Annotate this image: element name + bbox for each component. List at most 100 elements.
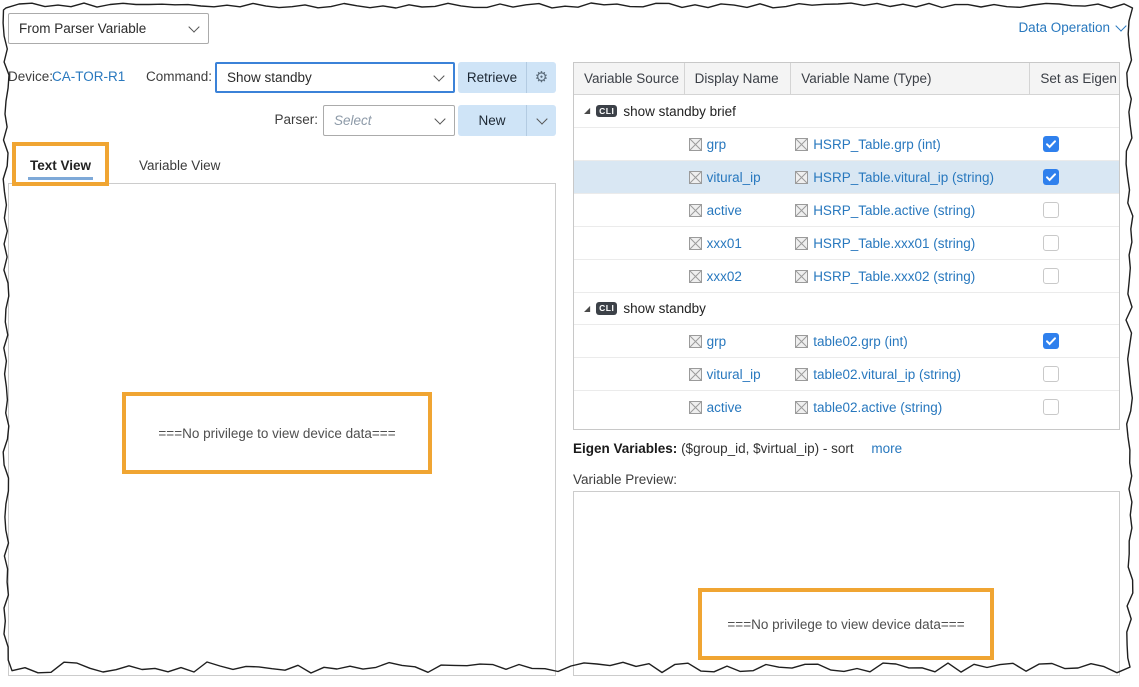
cli-badge: CLI	[596, 302, 618, 315]
variable-row[interactable]: active table02.active (string)	[574, 390, 1119, 423]
device-label: Device:	[8, 69, 54, 84]
variable-box-icon	[795, 137, 809, 151]
chevron-down-icon	[433, 69, 445, 82]
variable-box-icon	[688, 269, 702, 283]
display-name-link[interactable]: active	[707, 400, 742, 415]
variable-box-icon	[688, 367, 702, 381]
chevron-down-icon	[188, 20, 200, 33]
retrieve-settings-button[interactable]: ⚙	[526, 62, 556, 93]
variable-box-icon	[688, 236, 702, 250]
tab-variable-view[interactable]: Variable View	[137, 150, 222, 183]
variable-box-icon	[688, 400, 702, 414]
column-header: Set as Eigen	[1029, 63, 1119, 94]
source-type-select[interactable]: From Parser Variable	[8, 13, 209, 44]
display-name-link[interactable]: active	[707, 203, 742, 218]
eigen-checkbox[interactable]	[1043, 136, 1060, 152]
parser-placeholder: Select	[334, 113, 372, 128]
expanded-caret-icon: ◢	[584, 303, 591, 313]
variable-box-icon	[688, 170, 702, 184]
variable-name-link[interactable]: HSRP_Table.xxx02 (string)	[813, 269, 975, 284]
column-header: Variable Name (Type)	[790, 63, 1029, 94]
display-name-link[interactable]: grp	[707, 137, 727, 152]
chevron-down-icon	[1115, 19, 1127, 32]
variable-name-link[interactable]: HSRP_Table.vitural_ip (string)	[813, 170, 994, 185]
eigen-variables-line: Eigen Variables: ($group_id, $virtual_ip…	[573, 441, 1120, 456]
more-link[interactable]: more	[871, 441, 902, 456]
gear-icon: ⚙	[534, 69, 549, 86]
table-body: ◢ CLI show standby brief grp HSRP_Table.grp …	[574, 95, 1119, 423]
new-button[interactable]: New	[458, 105, 526, 136]
parser-select[interactable]: Select	[323, 105, 455, 136]
annotation-highlight-box: ===No privilege to view device data===	[698, 588, 994, 660]
variable-row[interactable]: grp HSRP_Table.grp (int)	[574, 127, 1119, 160]
new-dropdown-button[interactable]	[526, 105, 556, 136]
display-name-link[interactable]: xxx02	[707, 269, 742, 284]
variable-box-icon	[688, 203, 702, 217]
eigen-variables-label: Eigen Variables:	[573, 441, 678, 456]
display-name-link[interactable]: xxx01	[707, 236, 742, 251]
group-row[interactable]: ◢ CLI show standby	[574, 292, 1119, 324]
table-header: Variable Source Display Name Variable Name…	[574, 63, 1119, 95]
variable-box-icon	[688, 137, 702, 151]
group-row[interactable]: ◢ CLI show standby brief	[574, 95, 1119, 127]
variable-name-link[interactable]: HSRP_Table.grp (int)	[813, 137, 941, 152]
eigen-checkbox[interactable]	[1043, 366, 1060, 382]
display-name-link[interactable]: grp	[707, 334, 727, 349]
variable-name-link[interactable]: table02.active (string)	[813, 400, 942, 415]
chevron-down-icon	[434, 112, 446, 125]
eigen-checkbox[interactable]	[1043, 333, 1060, 349]
variable-table: Variable Source Display Name Variable Name…	[573, 62, 1120, 430]
parser-variable-screen: From Parser Variable Data Operation Devi…	[0, 0, 1139, 687]
variable-name-link[interactable]: HSRP_Table.xxx01 (string)	[813, 236, 975, 251]
variable-row[interactable]: active HSRP_Table.active (string)	[574, 193, 1119, 226]
variable-box-icon	[795, 170, 809, 184]
variable-box-icon	[688, 334, 702, 348]
variable-preview-panel: ===No privilege to view device data===	[573, 491, 1120, 676]
command-value: Show standby	[227, 70, 312, 85]
no-privilege-message: ===No privilege to view device data===	[727, 616, 965, 632]
eigen-checkbox[interactable]	[1043, 169, 1060, 185]
eigen-checkbox[interactable]	[1043, 399, 1060, 415]
variable-preview-label: Variable Preview:	[573, 472, 678, 487]
variable-box-icon	[795, 203, 809, 217]
cli-badge: CLI	[596, 104, 618, 118]
eigen-checkbox[interactable]	[1043, 268, 1060, 284]
annotation-highlight-box	[12, 142, 109, 186]
column-header: Variable Source	[584, 71, 680, 86]
command-label: Command:	[146, 69, 213, 84]
variable-row[interactable]: grp table02.grp (int)	[574, 324, 1119, 357]
parser-label: Parser:	[274, 112, 318, 127]
new-split-button: New	[458, 105, 556, 136]
display-name-link[interactable]: vitural_ip	[707, 170, 761, 185]
variable-row[interactable]: vitural_ip table02.vitural_ip (string)	[574, 357, 1119, 390]
group-label: show standby brief	[623, 103, 736, 119]
display-name-link[interactable]: vitural_ip	[707, 367, 761, 382]
variable-name-link[interactable]: table02.vitural_ip (string)	[813, 367, 961, 382]
data-operation-menu[interactable]: Data Operation	[1018, 19, 1127, 35]
column-header: Display Name	[683, 63, 791, 94]
variable-name-link[interactable]: HSRP_Table.active (string)	[813, 203, 975, 218]
variable-row[interactable]: xxx02 HSRP_Table.xxx02 (string)	[574, 259, 1119, 292]
table-footer-strip	[574, 423, 1119, 429]
eigen-checkbox[interactable]	[1043, 202, 1060, 218]
eigen-checkbox[interactable]	[1043, 235, 1060, 251]
retrieve-split-button: Retrieve ⚙	[458, 62, 556, 93]
annotation-highlight-box: ===No privilege to view device data===	[122, 392, 432, 474]
device-name-link[interactable]: CA-TOR-R1	[52, 69, 125, 84]
source-type-value: From Parser Variable	[19, 21, 147, 36]
expanded-caret-icon: ◢	[584, 106, 591, 115]
data-operation-label: Data Operation	[1018, 20, 1110, 35]
retrieve-button[interactable]: Retrieve	[458, 62, 526, 93]
group-label: show standby	[623, 301, 706, 316]
chevron-down-icon	[535, 112, 548, 125]
command-select[interactable]: Show standby	[215, 62, 455, 93]
variable-box-icon	[795, 334, 809, 348]
variable-box-icon	[795, 236, 809, 250]
variable-box-icon	[795, 269, 809, 283]
variable-row[interactable]: xxx01 HSRP_Table.xxx01 (string)	[574, 226, 1119, 259]
no-privilege-message: ===No privilege to view device data===	[158, 425, 396, 441]
variable-box-icon	[795, 367, 809, 381]
variable-row[interactable]: vitural_ip HSRP_Table.vitural_ip (string)	[574, 160, 1119, 193]
eigen-variables-value: ($group_id, $virtual_ip) - sort	[681, 441, 854, 456]
variable-name-link[interactable]: table02.grp (int)	[813, 334, 908, 349]
